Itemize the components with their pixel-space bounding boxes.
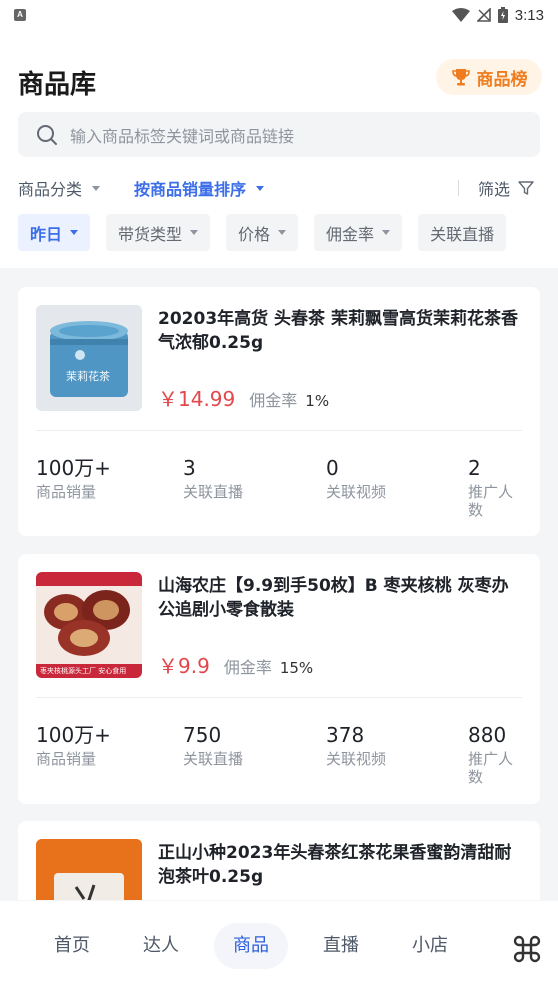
stat-label: 关联直播 xyxy=(183,750,244,768)
funnel-icon xyxy=(518,181,534,195)
thumbnail-caption: 枣夹核桃源头工厂 安心食用 xyxy=(40,667,127,675)
chip-sales-type[interactable]: 带货类型 xyxy=(106,214,211,251)
stat-value: 3 xyxy=(183,456,196,480)
status-bar: A 3:13 xyxy=(0,0,558,30)
product-price: ￥14.99 xyxy=(158,387,236,411)
category-dropdown[interactable]: 商品分类 xyxy=(18,176,134,200)
stat-value: 100万+ xyxy=(36,723,111,747)
stat-sales: 100万+ 商品销量 xyxy=(36,455,111,501)
product-card[interactable]: 正山小种2023年头春茶红茶花果香蜜韵清甜耐泡茶叶0.25g xyxy=(18,821,540,900)
stat-video: 0 关联视频 xyxy=(326,455,386,501)
page-header: 商品库 商品榜 输入商品标签关键词或商品链接 商品分类 按商品销量排序 筛选 昨… xyxy=(0,30,558,268)
stat-value: 378 xyxy=(326,723,365,747)
tab-products[interactable]: 商品 xyxy=(214,923,288,969)
filter-button[interactable]: 筛选 xyxy=(478,176,534,200)
chip-label: 昨日 xyxy=(30,224,63,244)
stat-value: 0 xyxy=(326,456,339,480)
chip-label: 带货类型 xyxy=(118,224,183,244)
stat-label: 商品销量 xyxy=(36,750,97,768)
product-price: ￥9.9 xyxy=(158,654,210,678)
caret-down-icon xyxy=(92,185,101,191)
product-card[interactable]: 枣夹核桃源头工厂 安心食用 山海农庄【9.9到手50枚】B 枣夹核桃 灰枣办公追… xyxy=(18,554,540,804)
search-input[interactable]: 输入商品标签关键词或商品链接 xyxy=(18,112,540,157)
category-label: 商品分类 xyxy=(18,180,83,199)
sort-dropdown[interactable]: 按商品销量排序 xyxy=(134,176,265,200)
stat-value: 2 xyxy=(468,456,481,480)
chip-label: 佣金率 xyxy=(326,224,375,244)
chip-date[interactable]: 昨日 xyxy=(18,214,91,251)
commission-label: 佣金率 xyxy=(223,658,272,677)
product-title: 山海农庄【9.9到手50枚】B 枣夹核桃 灰枣办公追剧小零食散装 xyxy=(158,576,509,620)
clock: 3:13 xyxy=(514,6,544,24)
more-apps-button[interactable] xyxy=(512,934,542,964)
stat-live: 3 关联直播 xyxy=(183,455,243,501)
chip-label: 关联直播 xyxy=(430,224,495,244)
product-thumbnail: 枣夹核桃源头工厂 安心食用 xyxy=(36,572,142,678)
price-row: ￥14.99 佣金率 1% xyxy=(158,383,329,412)
caret-down-icon xyxy=(190,230,199,235)
tab-influencers[interactable]: 达人 xyxy=(131,923,191,969)
stat-promoters: 2 推广人数 xyxy=(468,455,524,519)
chip-related-live[interactable]: 关联直播 xyxy=(418,214,507,251)
caret-down-icon xyxy=(278,230,287,235)
stat-live: 750 关联直播 xyxy=(183,722,243,768)
product-thumbnail xyxy=(36,839,142,900)
no-signal-icon xyxy=(476,8,491,22)
stat-label: 关联视频 xyxy=(326,750,387,768)
stat-value: 880 xyxy=(468,723,507,747)
product-thumbnail: 茉莉花茶 xyxy=(36,305,142,411)
bottom-tab-bar: 首页 达人 商品 直播 小店 xyxy=(0,901,558,992)
page-title: 商品库 xyxy=(18,70,97,100)
commission-rate: 1% xyxy=(305,392,330,410)
caret-down-icon xyxy=(256,185,265,191)
chip-label: 价格 xyxy=(238,224,271,244)
commission-rate: 15% xyxy=(279,659,314,677)
tab-home[interactable]: 首页 xyxy=(42,923,102,969)
stat-sales: 100万+ 商品销量 xyxy=(36,722,111,768)
price-row: ￥9.9 佣金率 15% xyxy=(158,650,313,679)
product-title: 20203年高货 头春茶 茉莉飘雪高货茉莉花茶香气浓郁0.25g xyxy=(158,309,518,353)
product-title: 正山小种2023年头春茶红茶花果香蜜韵清甜耐泡茶叶0.25g xyxy=(158,843,512,887)
stat-label: 商品销量 xyxy=(36,483,97,501)
stat-promoters: 880 推广人数 xyxy=(468,722,524,786)
battery-icon xyxy=(497,7,508,23)
app-notification-icon: A xyxy=(14,9,26,21)
stat-value: 750 xyxy=(183,723,222,747)
stat-label: 关联视频 xyxy=(326,483,387,501)
divider xyxy=(36,697,522,698)
chip-commission[interactable]: 佣金率 xyxy=(314,214,403,251)
caret-down-icon xyxy=(382,230,391,235)
product-ranking-label: 商品榜 xyxy=(476,69,528,90)
sort-bar: 商品分类 按商品销量排序 筛选 xyxy=(0,172,558,204)
chip-price[interactable]: 价格 xyxy=(226,214,299,251)
stat-label: 推广人数 xyxy=(468,483,514,519)
divider xyxy=(36,430,522,431)
wifi-icon xyxy=(451,8,470,22)
stat-video: 378 关联视频 xyxy=(326,722,386,768)
caret-down-icon xyxy=(70,230,79,235)
thumbnail-caption: 茉莉花茶 xyxy=(66,370,110,383)
search-placeholder: 输入商品标签关键词或商品链接 xyxy=(70,126,295,146)
stat-label: 关联直播 xyxy=(183,483,244,501)
filter-chips: 昨日 带货类型 价格 佣金率 关联直播 xyxy=(18,214,558,251)
tab-live[interactable]: 直播 xyxy=(311,923,371,969)
product-list: 茉莉花茶 20203年高货 头春茶 茉莉飘雪高货茉莉花茶香气浓郁0.25g ￥1… xyxy=(0,268,558,900)
command-icon xyxy=(513,935,541,963)
search-icon xyxy=(37,124,57,145)
sort-by-label: 按商品销量排序 xyxy=(134,180,247,199)
divider xyxy=(458,180,459,196)
product-card[interactable]: 茉莉花茶 20203年高货 头春茶 茉莉飘雪高货茉莉花茶香气浓郁0.25g ￥1… xyxy=(18,287,540,536)
stat-label: 推广人数 xyxy=(468,750,514,786)
product-ranking-button[interactable]: 商品榜 xyxy=(436,59,542,95)
tab-shop[interactable]: 小店 xyxy=(400,923,460,969)
trophy-icon xyxy=(451,69,470,86)
filter-label: 筛选 xyxy=(478,180,511,199)
commission-label: 佣金率 xyxy=(249,391,298,410)
stat-value: 100万+ xyxy=(36,456,111,480)
